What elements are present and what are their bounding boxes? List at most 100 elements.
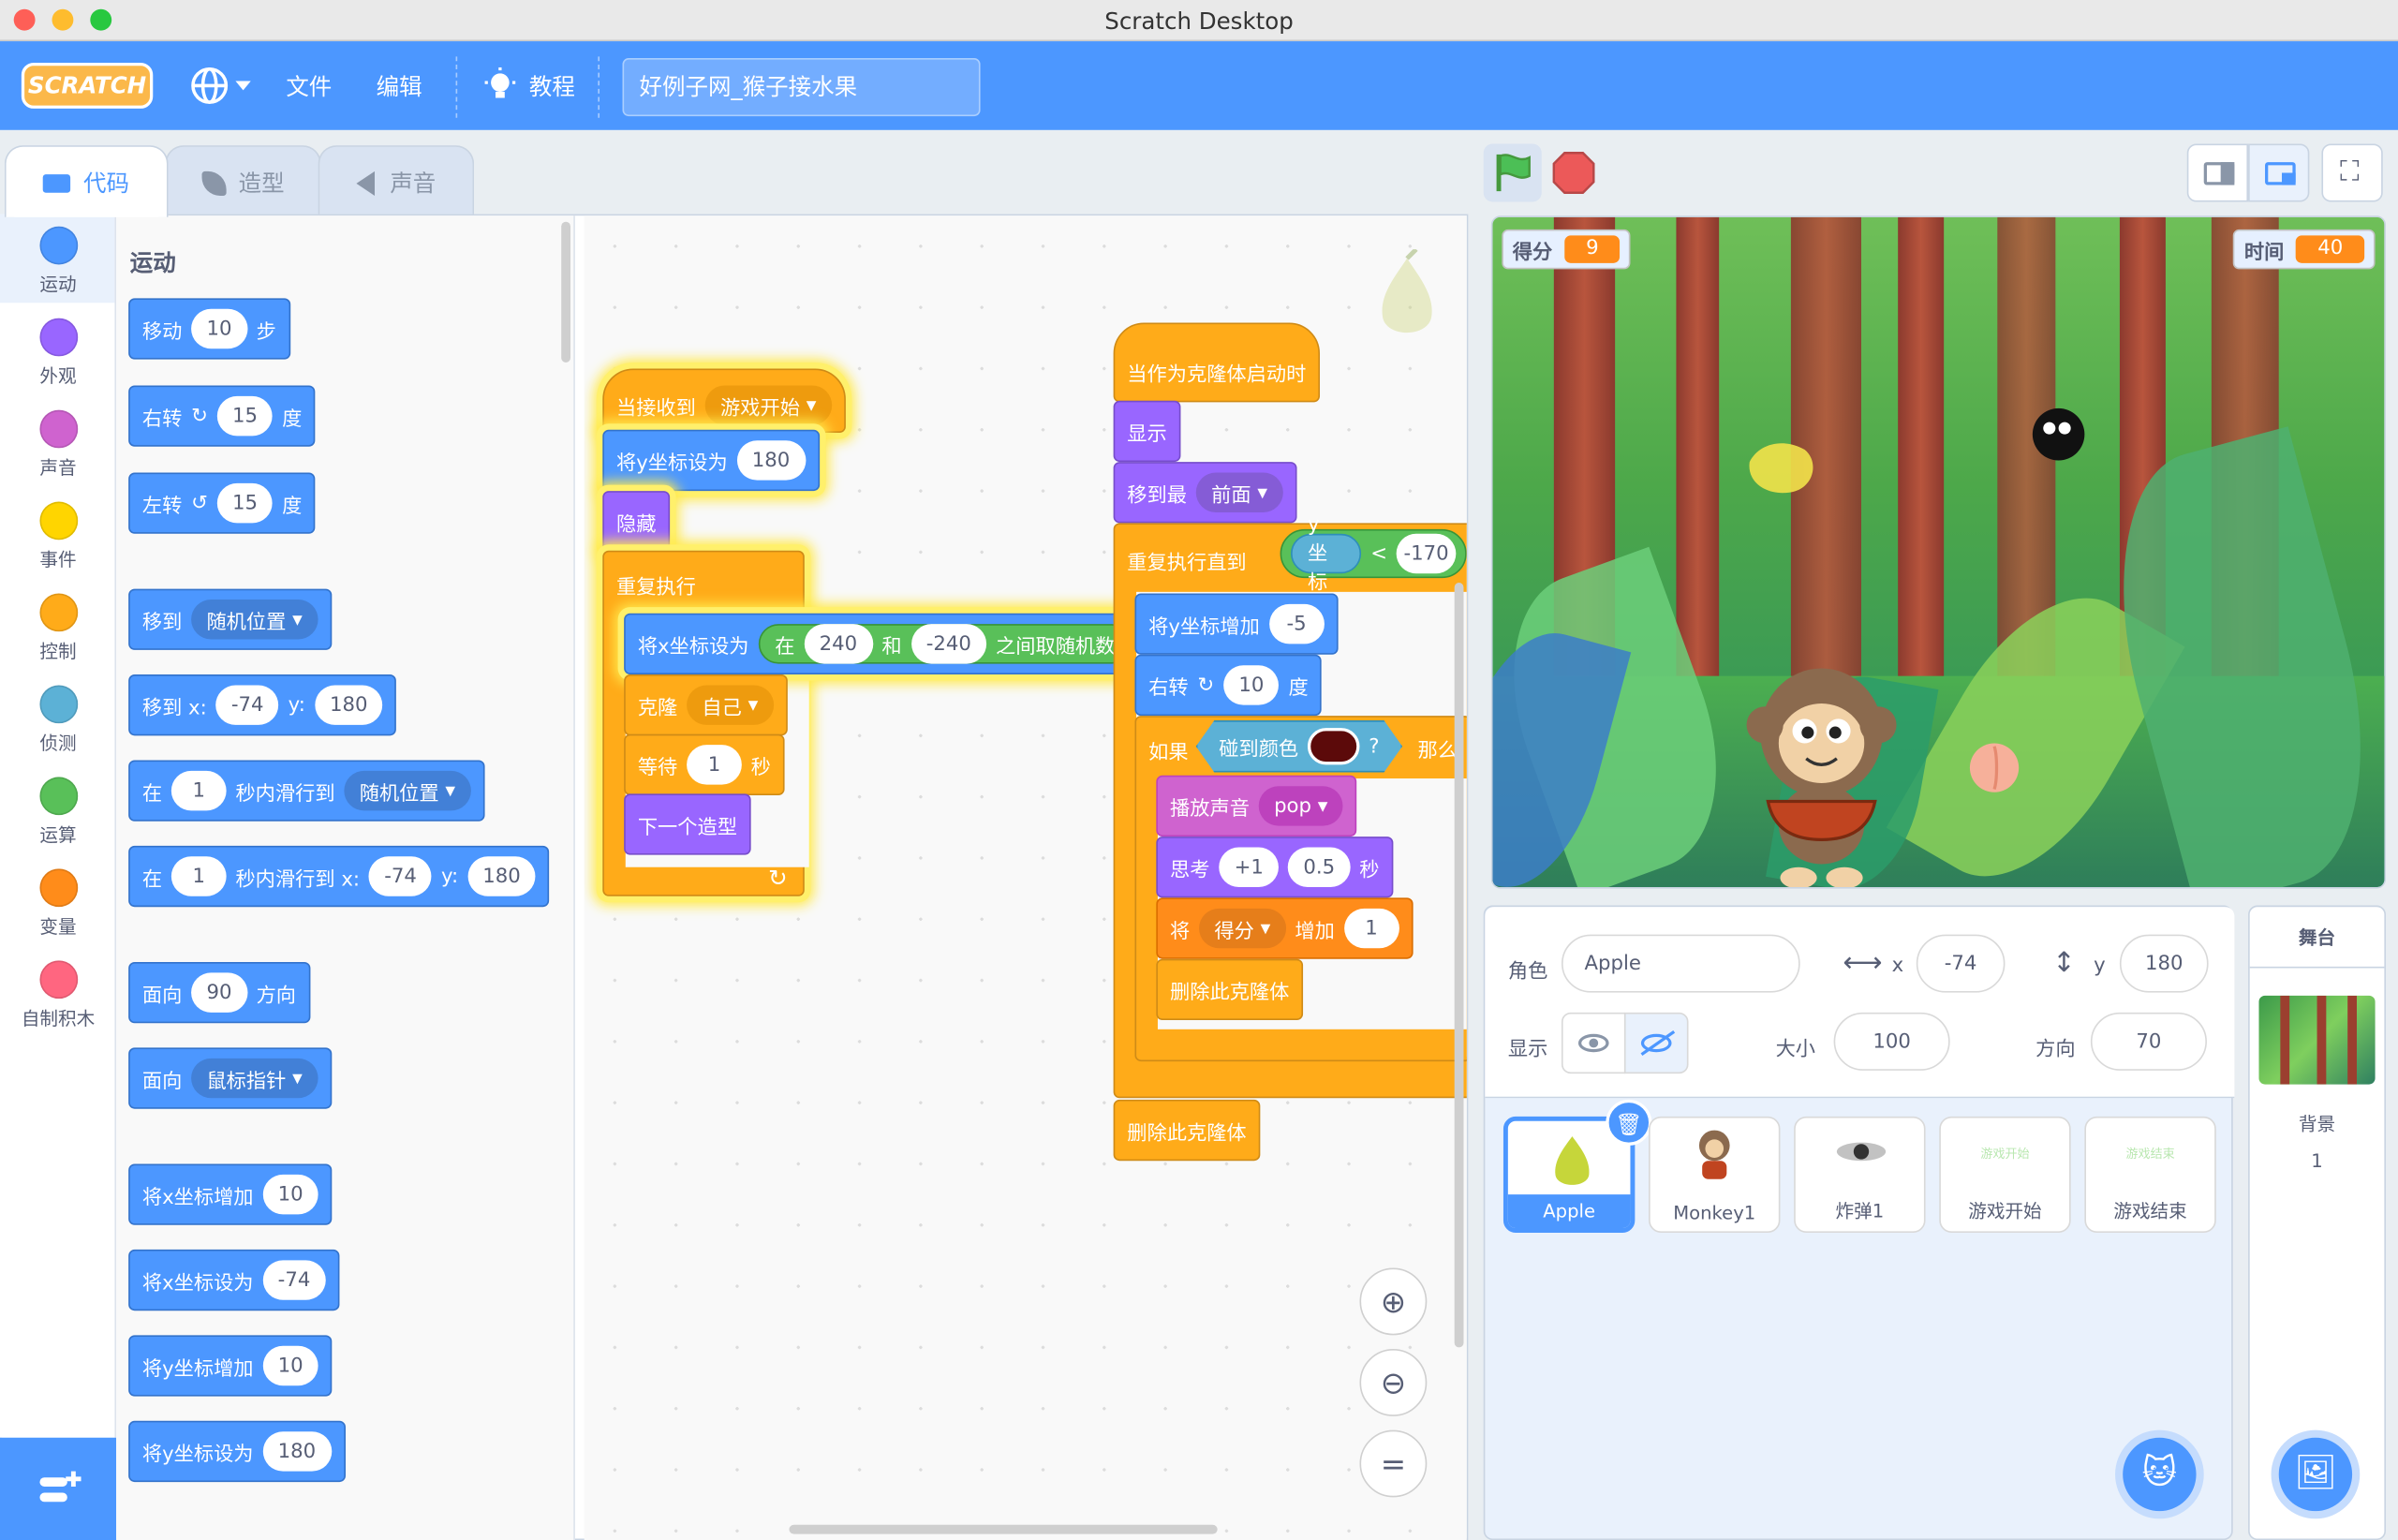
block-when-receive[interactable]: 当接收到 游戏开始 ▾ <box>602 368 846 434</box>
category-4[interactable]: 控制 <box>0 593 116 663</box>
zoom-out-button[interactable]: ⊖ <box>1359 1349 1428 1416</box>
block-input[interactable]: 10 <box>262 1174 319 1215</box>
block-y-position[interactable]: y 坐标 <box>1290 513 1362 594</box>
block-delete-clone-end[interactable]: 删除此克隆体 <box>1113 1099 1261 1162</box>
stage-canvas[interactable]: 得分 9 时间 40 <box>1490 215 2387 889</box>
block-dropdown[interactable]: 鼠标指针 ▾ <box>191 1058 318 1099</box>
block-input[interactable]: +1 <box>1219 847 1280 887</box>
block-input[interactable]: 180 <box>314 685 383 725</box>
category-6[interactable]: 运算 <box>0 777 116 847</box>
block-glide-xy[interactable]: 在 1 秒内滑行到 x: -74 y: 180 <box>128 845 550 908</box>
show-sprite-button[interactable] <box>1561 1012 1626 1074</box>
zoom-in-button[interactable]: ⊕ <box>1359 1267 1428 1336</box>
category-3[interactable]: 事件 <box>0 501 116 572</box>
score-monitor[interactable]: 得分 9 <box>1502 229 1631 270</box>
block-next-costume[interactable]: 下一个造型 <box>624 793 751 855</box>
workspace-hscrollbar[interactable] <box>789 1524 1218 1534</box>
block-set-x[interactable]: 将x坐标设为 在 240 和 -240 之间取随机数 <box>624 613 1147 675</box>
direction-input[interactable]: 70 <box>2090 1012 2207 1071</box>
block-pick-random[interactable]: 在 240 和 -240 之间取随机数 <box>758 624 1132 664</box>
script-workspace[interactable]: 当接收到 游戏开始 ▾ 将y坐标设为 180 隐藏 重复执行 ↻ 将x坐标设为 在 24… <box>584 215 1467 1540</box>
block-play-sound[interactable]: 播放声音 pop ▾ <box>1156 775 1357 837</box>
block-input[interactable]: 1 <box>1343 908 1399 949</box>
block-wait[interactable]: 等待 1 秒 <box>624 733 785 796</box>
small-stage-button[interactable] <box>2186 143 2249 202</box>
block-input[interactable]: -74 <box>368 856 433 896</box>
sprite-tile-monkey[interactable]: Monkey1 <box>1649 1116 1781 1233</box>
block-input[interactable]: -170 <box>1396 533 1457 574</box>
stop-button[interactable] <box>1547 147 1600 200</box>
block-dropdown[interactable]: 自己 ▾ <box>687 685 774 725</box>
add-extension-button[interactable] <box>0 1437 117 1540</box>
hide-sprite-button[interactable] <box>1623 1012 1689 1074</box>
add-sprite-button[interactable]: 🐱 <box>2115 1429 2204 1519</box>
block-input[interactable]: 15 <box>216 482 274 524</box>
block-input[interactable]: 180 <box>262 1431 332 1472</box>
zoom-reset-button[interactable]: = <box>1359 1429 1428 1498</box>
block-clone[interactable]: 克隆 自己 ▾ <box>624 674 788 736</box>
block-set-x[interactable]: 将x坐标设为 -74 <box>128 1249 340 1311</box>
category-0[interactable]: 运动 <box>0 226 116 297</box>
block-move-steps[interactable]: 移动 10 步 <box>128 298 290 360</box>
stage-selector[interactable]: 舞台 背景 1 🖼 <box>2248 905 2387 1540</box>
block-point-towards[interactable]: 面向 鼠标指针 ▾ <box>128 1047 332 1109</box>
scratch-logo[interactable]: SCRATCH <box>21 62 154 109</box>
block-go-to-front[interactable]: 移到最 前面 ▾ <box>1113 462 1297 524</box>
block-input[interactable]: -240 <box>910 624 987 664</box>
x-input[interactable]: -74 <box>1916 934 2006 993</box>
sprite-name-input[interactable]: Apple <box>1561 934 1800 993</box>
block-goto-xy[interactable]: 移到 x: -74 y: 180 <box>128 674 397 736</box>
block-point-direction[interactable]: 面向 90 方向 <box>128 961 310 1024</box>
block-touching-color[interactable]: 碰到颜色 ? <box>1196 720 1402 773</box>
green-flag-button[interactable] <box>1483 143 1542 202</box>
block-input[interactable]: -74 <box>262 1260 326 1300</box>
project-title-input[interactable]: 好例子网_猴子接水果 <box>622 58 981 117</box>
language-menu[interactable] <box>189 66 254 105</box>
time-monitor[interactable]: 时间 40 <box>2233 229 2376 270</box>
category-8[interactable]: 自制积木 <box>0 960 116 1030</box>
block-change-x[interactable]: 将x坐标增加 10 <box>128 1163 333 1225</box>
block-input[interactable]: 1 <box>170 770 227 811</box>
block-input[interactable]: -74 <box>215 685 279 725</box>
palette-scrollbar[interactable] <box>561 221 570 363</box>
block-input[interactable]: 90 <box>191 972 247 1013</box>
color-swatch[interactable] <box>1308 728 1360 764</box>
block-input[interactable]: 1 <box>687 745 742 785</box>
block-set-y[interactable]: 将y坐标设为 180 <box>602 429 820 492</box>
tab-sounds[interactable]: 声音 <box>318 145 475 216</box>
block-dropdown[interactable]: 前面 ▾ <box>1195 472 1283 512</box>
block-input[interactable]: 10 <box>191 308 247 349</box>
sprite-tile-apple[interactable]: Apple 🗑 <box>1502 1099 1652 1233</box>
block-turn-right[interactable]: 右转 ↻ 10 度 <box>1134 654 1323 717</box>
block-dropdown[interactable]: 游戏开始 ▾ <box>704 385 832 425</box>
block-input[interactable]: -5 <box>1268 603 1325 644</box>
block-change-variable[interactable]: 将得分 ▾ 增加 1 <box>1156 897 1414 959</box>
block-hide[interactable]: 隐藏 <box>602 491 671 553</box>
block-less-than[interactable]: y 坐标 < -170 <box>1280 513 1467 594</box>
workspace-vscrollbar[interactable] <box>1454 583 1464 1348</box>
large-stage-button[interactable] <box>2248 143 2310 202</box>
block-goto[interactable]: 移到 随机位置 ▾ <box>128 588 332 650</box>
block-input[interactable]: 10 <box>262 1345 319 1386</box>
y-input[interactable]: 180 <box>2119 934 2209 993</box>
block-dropdown[interactable]: 随机位置 ▾ <box>344 770 471 811</box>
block-input[interactable]: 180 <box>736 440 806 481</box>
block-turn-left[interactable]: 左转 ↺ 15 度 <box>128 472 317 534</box>
tab-costumes[interactable]: 造型 <box>165 145 321 216</box>
category-5[interactable]: 侦测 <box>0 685 116 755</box>
tutorials-menu[interactable]: 教程 <box>483 66 575 105</box>
edit-menu[interactable]: 编辑 <box>377 70 422 102</box>
block-change-y[interactable]: 将y坐标增加 10 <box>128 1335 333 1397</box>
block-input[interactable]: 1 <box>170 856 227 896</box>
block-input[interactable]: 0.5 <box>1288 847 1351 887</box>
sprite-tile-game-over[interactable]: 游戏结束 游戏结束 <box>2084 1116 2216 1233</box>
category-7[interactable]: 变量 <box>0 868 116 939</box>
tab-code[interactable]: 代码 <box>4 145 169 217</box>
block-change-y[interactable]: 将y坐标增加 -5 <box>1134 593 1339 655</box>
block-show[interactable]: 显示 <box>1113 400 1181 463</box>
block-think-for[interactable]: 思考 +1 0.5 秒 <box>1156 837 1394 898</box>
block-dropdown[interactable]: 随机位置 ▾ <box>191 600 318 640</box>
delete-sprite-button[interactable]: 🗑 <box>1606 1099 1652 1146</box>
block-input[interactable]: 15 <box>216 395 274 437</box>
block-input[interactable]: 240 <box>804 624 873 664</box>
